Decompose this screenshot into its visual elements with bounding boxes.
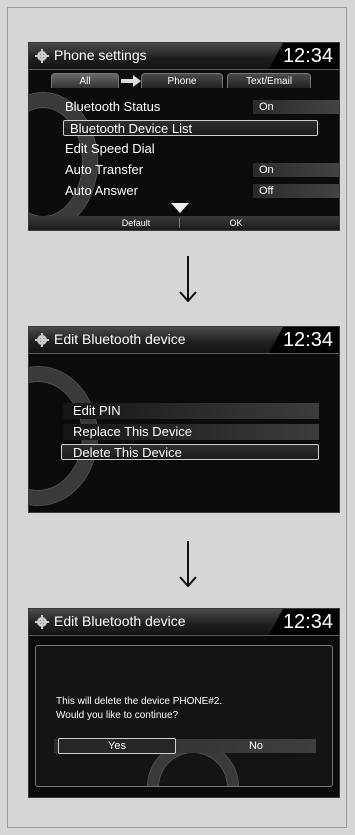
menu-item-edit-pin[interactable]: Edit PIN — [63, 403, 319, 419]
header-bar: Edit Bluetooth device 12:34 — [29, 609, 339, 636]
item-value: On — [253, 100, 339, 114]
tab-bar: All Phone Text/Email — [29, 73, 339, 89]
item-label: Edit PIN — [73, 403, 121, 418]
down-arrow-icon — [179, 541, 197, 587]
menu-item-edit-speed-dial[interactable]: Edit Speed Dial — [65, 141, 320, 157]
item-label: Bluetooth Device List — [70, 121, 193, 136]
header-bar: Edit Bluetooth device 12:34 — [29, 327, 339, 354]
edit-bluetooth-device-screen: Edit Bluetooth device 12:34 Edit PIN Rep… — [28, 326, 340, 513]
delete-confirmation-screen: Edit Bluetooth device 12:34 This will de… — [28, 608, 340, 798]
item-label: Auto Answer — [65, 183, 138, 198]
bottom-bar: Default OK — [29, 216, 339, 230]
menu-item-bluetooth-device-list[interactable]: Bluetooth Device List — [63, 120, 318, 136]
settings-gear-icon — [35, 49, 49, 63]
clock: 12:34 — [269, 43, 339, 69]
clock: 12:34 — [269, 327, 339, 353]
no-button[interactable]: No — [216, 738, 296, 754]
yes-button[interactable]: Yes — [58, 738, 176, 754]
item-value: On — [253, 163, 339, 177]
phone-settings-screen: Phone settings 12:34 All Phone Text/Emai… — [28, 42, 340, 231]
menu-item-replace-this-device[interactable]: Replace This Device — [63, 424, 319, 440]
confirm-dialog: This will delete the device PHONE#2. Wou… — [35, 645, 333, 787]
screen-title: Edit Bluetooth device — [54, 613, 186, 629]
screen-title: Phone settings — [54, 47, 147, 63]
ok-button[interactable]: OK — [191, 216, 281, 230]
settings-gear-icon — [35, 333, 49, 347]
settings-gear-icon — [35, 615, 49, 629]
menu-item-delete-this-device[interactable]: Delete This Device — [61, 444, 319, 460]
down-arrow-icon — [179, 256, 197, 302]
item-label: Edit Speed Dial — [65, 141, 155, 156]
menu-item-bluetooth-status[interactable]: Bluetooth Status On — [65, 99, 339, 115]
menu-item-auto-answer[interactable]: Auto Answer Off — [65, 183, 339, 199]
screen-title: Edit Bluetooth device — [54, 331, 186, 347]
header-bar: Phone settings 12:34 — [29, 43, 339, 70]
item-label: Bluetooth Status — [65, 99, 161, 114]
tab-text-email[interactable]: Text/Email — [227, 73, 311, 88]
tab-arrow-icon — [121, 75, 141, 87]
item-label: Auto Transfer — [65, 162, 144, 177]
item-value: Off — [253, 184, 339, 198]
divider — [179, 218, 180, 228]
default-button[interactable]: Default — [91, 216, 181, 230]
item-label: Delete This Device — [73, 445, 182, 460]
menu-item-auto-transfer[interactable]: Auto Transfer On — [65, 162, 339, 178]
dialog-message-line1: This will delete the device PHONE#2. — [56, 696, 223, 707]
tab-all[interactable]: All — [51, 73, 119, 88]
dialog-message-line2: Would you like to continue? — [56, 710, 179, 721]
item-label: Replace This Device — [73, 424, 192, 439]
scroll-down-icon[interactable] — [171, 203, 189, 213]
tab-phone[interactable]: Phone — [141, 73, 223, 88]
clock: 12:34 — [269, 609, 339, 635]
